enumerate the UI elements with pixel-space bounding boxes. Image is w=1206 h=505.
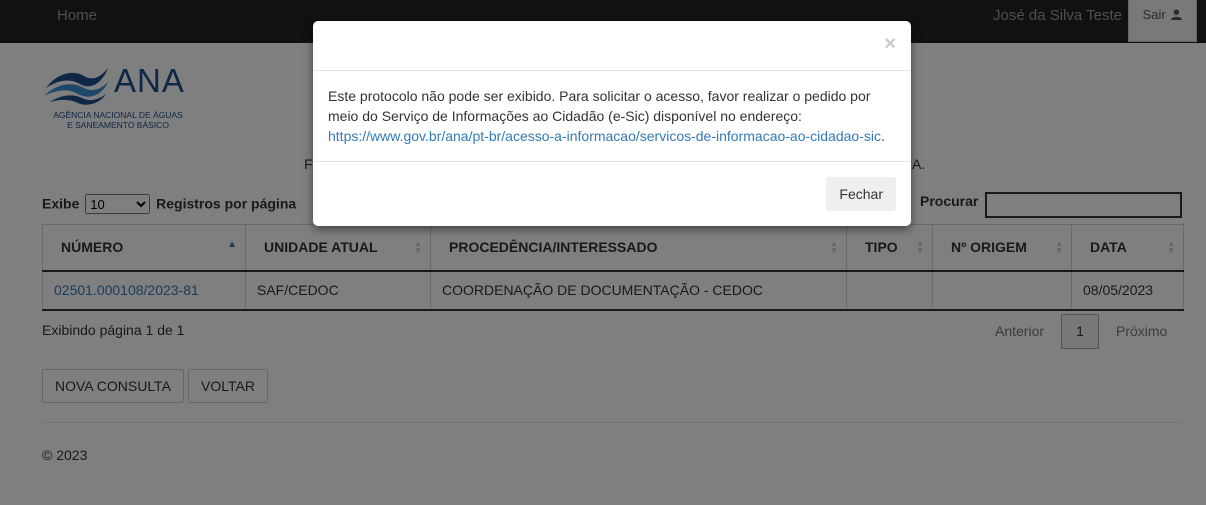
modal-header: × <box>313 21 911 71</box>
access-denied-modal: × Este protocolo não pode ser exibido. P… <box>313 21 911 226</box>
modal-message: Este protocolo não pode ser exibido. Par… <box>328 88 871 124</box>
modal-body: Este protocolo não pode ser exibido. Par… <box>328 86 896 146</box>
link-suffix: . <box>880 128 885 144</box>
close-button[interactable]: Fechar <box>826 177 896 211</box>
modal-footer: Fechar <box>313 161 911 226</box>
esic-link[interactable]: https://www.gov.br/ana/pt-br/acesso-a-in… <box>328 128 881 144</box>
close-icon[interactable]: × <box>884 34 896 54</box>
